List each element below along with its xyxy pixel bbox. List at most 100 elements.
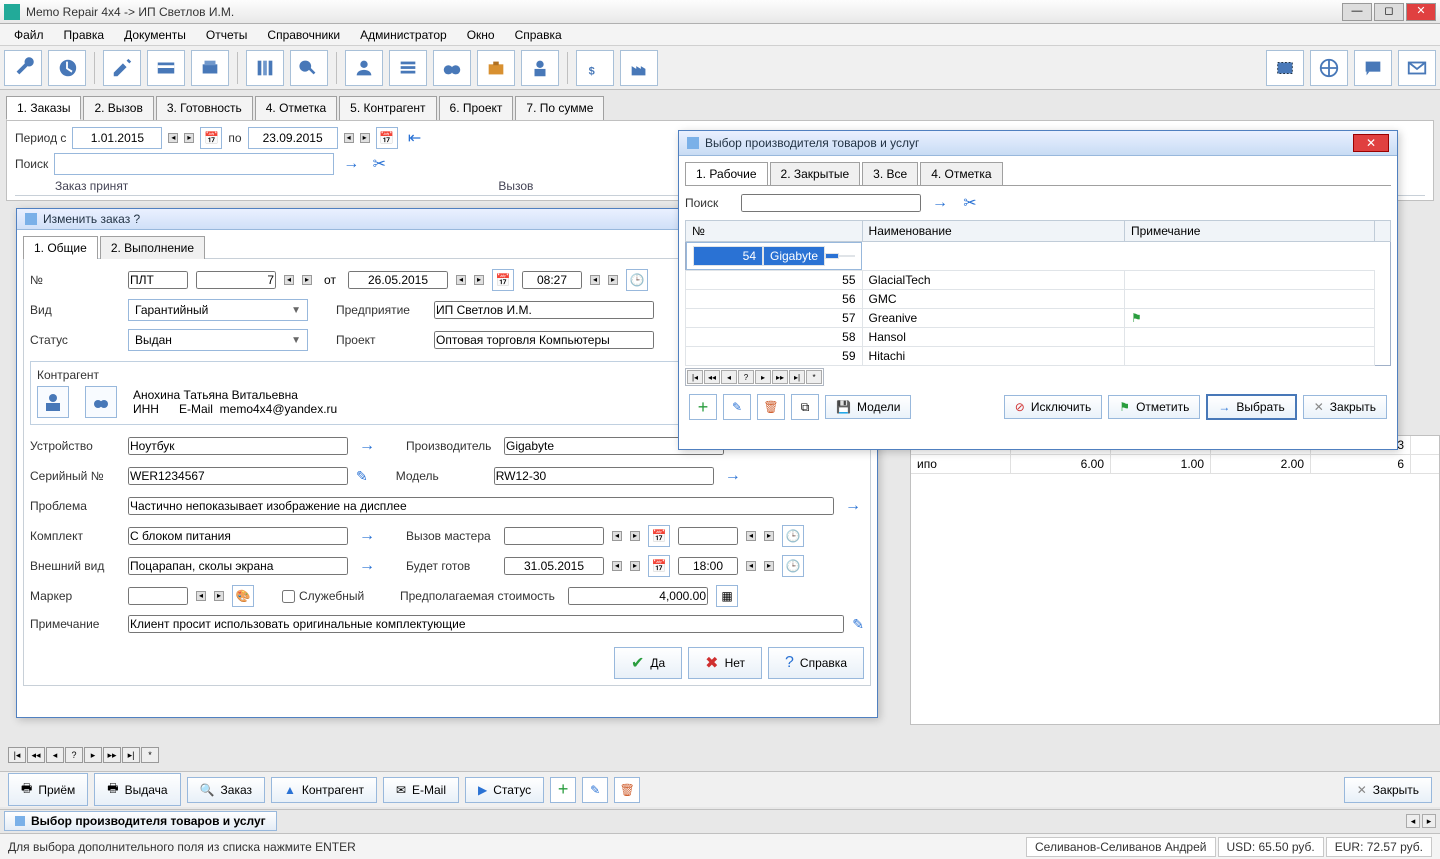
menu-window[interactable]: Окно [457, 25, 505, 45]
tool-dollar-icon[interactable]: $ [576, 50, 614, 86]
search-go-icon[interactable]: → [340, 153, 362, 175]
tab-project[interactable]: 6. Проект [439, 96, 514, 120]
intake-button[interactable]: 🖶Приём [8, 773, 88, 806]
mfg-add-icon[interactable]: + [689, 394, 717, 420]
mfg-edit-icon[interactable]: ✎ [723, 394, 751, 420]
problem-input[interactable] [128, 497, 834, 515]
mfg-tab-mark[interactable]: 4. Отметка [920, 162, 1002, 185]
cost-input[interactable] [568, 587, 708, 605]
mfg-delete-icon[interactable]: 🗑 [757, 394, 785, 420]
close-button[interactable]: ✕ [1406, 3, 1436, 21]
help-button[interactable]: ?Справка [768, 647, 864, 679]
date-to-dec[interactable]: ◂ [344, 133, 354, 143]
menu-help[interactable]: Справка [505, 25, 572, 45]
mfg-copy-icon[interactable]: ⧉ [791, 394, 819, 420]
mfg-search-cut[interactable]: ✂ [959, 192, 981, 214]
marker-input[interactable] [128, 587, 188, 605]
tool-person-icon[interactable] [345, 50, 383, 86]
appearance-pick-icon[interactable]: → [356, 555, 378, 577]
maximize-button[interactable]: ◻ [1374, 3, 1404, 21]
calc-icon[interactable]: ▦ [716, 585, 738, 607]
calendar2-icon[interactable]: 📅 [648, 525, 670, 547]
nav-refresh[interactable]: * [806, 370, 822, 384]
calendar-icon[interactable]: 📅 [492, 269, 514, 291]
tool-cash-icon[interactable] [191, 50, 229, 86]
type-select[interactable]: Гарантийный▼ [128, 299, 308, 321]
table-row[interactable]: 55GlacialTech [686, 271, 1391, 290]
prefix-input[interactable] [128, 271, 188, 289]
tool-factory-icon[interactable] [620, 50, 658, 86]
serial-edit-icon[interactable]: ✎ [356, 468, 368, 485]
menu-reports[interactable]: Отчеты [196, 25, 257, 45]
calendar-from-icon[interactable]: 📅 [200, 127, 222, 149]
device-pick-icon[interactable]: → [356, 435, 378, 457]
calendar-to-icon[interactable]: 📅 [376, 127, 398, 149]
menu-file[interactable]: Файл [4, 25, 54, 45]
email-button[interactable]: ✉E-Mail [383, 777, 459, 803]
tool-briefcase-icon[interactable] [477, 50, 515, 86]
delete-button[interactable]: 🗑 [614, 777, 640, 803]
master-time[interactable] [678, 527, 738, 545]
tab-contr[interactable]: 5. Контрагент [339, 96, 436, 120]
table-row[interactable]: 58Hansol [686, 328, 1391, 347]
close-button-bottom[interactable]: ✕Закрыть [1344, 777, 1432, 803]
order-button[interactable]: 🔍Заказ [187, 777, 265, 803]
mark-button[interactable]: ⚑Отметить [1108, 395, 1200, 419]
scroll-right-icon[interactable]: ▸ [1422, 814, 1436, 828]
date-from-inc[interactable]: ▸ [184, 133, 194, 143]
status-select[interactable]: Выдан▼ [128, 329, 308, 351]
tool-wrench-icon[interactable] [4, 50, 42, 86]
order-tab-general[interactable]: 1. Общие [23, 236, 98, 259]
ready-date[interactable] [504, 557, 604, 575]
no-button[interactable]: ✖Нет [688, 647, 762, 679]
tool-edit-icon[interactable] [103, 50, 141, 86]
tab-call[interactable]: 2. Вызов [83, 96, 153, 120]
model-pick-icon[interactable]: → [722, 465, 744, 487]
kit-input[interactable] [128, 527, 348, 545]
date-from-dec[interactable]: ◂ [168, 133, 178, 143]
mfg-search-go[interactable]: → [929, 192, 951, 214]
mfg-close-x[interactable]: ✕ [1353, 134, 1389, 152]
menu-edit[interactable]: Правка [54, 25, 115, 45]
mfg-dialog-title[interactable]: Выбор производителя товаров и услуг ✕ [679, 131, 1397, 156]
status-button[interactable]: ▶Статус [465, 777, 544, 803]
calendar3-icon[interactable]: 📅 [648, 555, 670, 577]
mfg-table[interactable]: № Наименование Примечание 54Gigabyte 55G… [685, 220, 1391, 366]
exclude-button[interactable]: ⊘Исключить [1004, 395, 1103, 419]
contr-button[interactable]: ▲Контрагент [271, 777, 377, 803]
window-tab[interactable]: Выбор производителя товаров и услуг [4, 811, 277, 831]
contr-person-icon[interactable] [37, 386, 69, 418]
order-date-input[interactable] [348, 271, 448, 289]
tool-list-icon[interactable] [389, 50, 427, 86]
clock3-icon[interactable]: 🕒 [782, 555, 804, 577]
nav-last[interactable]: ▸| [789, 370, 805, 384]
tool-card-icon[interactable] [147, 50, 185, 86]
order-time-input[interactable] [522, 271, 582, 289]
note-edit-icon[interactable]: ✎ [852, 616, 864, 633]
menu-refs[interactable]: Справочники [257, 25, 350, 45]
reset-period-icon[interactable]: ⇤ [404, 127, 426, 149]
nav-first[interactable]: |◂ [687, 370, 703, 384]
menu-documents[interactable]: Документы [114, 25, 196, 45]
date-to-input[interactable] [248, 127, 338, 149]
note-input[interactable] [128, 615, 844, 633]
contr-search-icon[interactable] [85, 386, 117, 418]
master-date[interactable] [504, 527, 604, 545]
project-input[interactable] [434, 331, 654, 349]
order-tab-progress[interactable]: 2. Выполнение [100, 236, 205, 259]
tool-stamp-icon[interactable] [1266, 50, 1304, 86]
number-input[interactable] [196, 271, 276, 289]
serial-input[interactable] [128, 467, 348, 485]
table-row[interactable]: 56GMC [686, 290, 1391, 309]
minimize-button[interactable]: — [1342, 3, 1372, 21]
models-button[interactable]: 💾Модели [825, 395, 911, 419]
clock2-icon[interactable]: 🕒 [782, 525, 804, 547]
clock-icon[interactable]: 🕒 [626, 269, 648, 291]
mfg-search-input[interactable] [741, 194, 921, 212]
service-checkbox[interactable] [282, 590, 295, 603]
tool-books-icon[interactable] [246, 50, 284, 86]
kit-pick-icon[interactable]: → [356, 525, 378, 547]
tool-globe-icon[interactable] [1310, 50, 1348, 86]
date-to-inc[interactable]: ▸ [360, 133, 370, 143]
tool-user2-icon[interactable] [521, 50, 559, 86]
